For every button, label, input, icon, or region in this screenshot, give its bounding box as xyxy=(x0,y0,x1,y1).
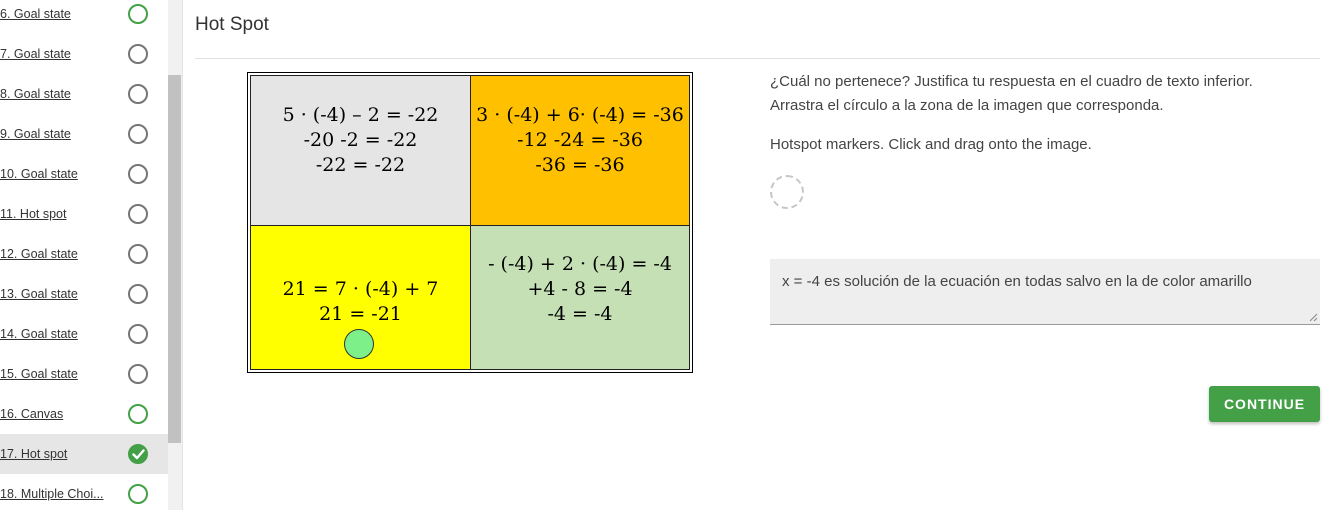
sidebar-item-10-goal-state[interactable]: 10. Goal state xyxy=(0,154,168,194)
sidebar-item-16-canvas[interactable]: 16. Canvas xyxy=(0,394,168,434)
hotspot-markers-label: Hotspot markers. Click and drag onto the… xyxy=(770,136,1092,153)
sidebar-item-label[interactable]: 8. Goal state xyxy=(0,74,71,114)
sidebar-item-label[interactable]: 16. Canvas xyxy=(0,394,63,434)
question-line: ¿Cuál no pertenece? Justifica tu respues… xyxy=(770,73,1253,90)
incomplete-circle-icon xyxy=(128,324,148,344)
sidebar-item-label[interactable]: 6. Goal state xyxy=(0,0,71,34)
sidebar-item-17-hot-spot[interactable]: 17. Hot spot xyxy=(0,434,168,474)
incomplete-circle-icon xyxy=(128,364,148,384)
sidebar-item-label[interactable]: 12. Goal state xyxy=(0,234,78,274)
equation-line: 3 · (-4) + 6· (-4) = -36 xyxy=(476,104,684,126)
check-circle-icon xyxy=(128,444,148,464)
sidebar-item-label[interactable]: 17. Hot spot xyxy=(0,434,67,474)
sidebar-item-label[interactable]: 14. Goal state xyxy=(0,314,78,354)
sidebar-scrollbar[interactable] xyxy=(168,0,183,510)
sidebar-item-label[interactable]: 15. Goal state xyxy=(0,354,78,394)
scrollbar-thumb[interactable] xyxy=(168,75,181,443)
placed-hotspot-marker[interactable] xyxy=(344,329,374,359)
sidebar-item-label[interactable]: 13. Goal state xyxy=(0,274,78,314)
hotspot-zone-orange[interactable]: 3 · (-4) + 6· (-4) = -36 -12 -24 = -36 -… xyxy=(470,75,690,226)
sidebar-item-13-goal-state[interactable]: 13. Goal state xyxy=(0,274,168,314)
incomplete-circle-icon xyxy=(128,84,148,104)
resize-handle-icon[interactable] xyxy=(1309,313,1318,322)
divider xyxy=(195,58,1320,59)
incomplete-circle-icon xyxy=(128,484,148,504)
equation-line: +4 - 8 = -4 xyxy=(527,278,633,300)
equation-line: -36 = -36 xyxy=(535,154,625,176)
incomplete-circle-icon xyxy=(128,164,148,184)
sidebar-item-label[interactable]: 11. Hot spot xyxy=(0,194,66,234)
sidebar-item-8-goal-state[interactable]: 8. Goal state xyxy=(0,74,168,114)
equation-line: -12 -24 = -36 xyxy=(517,129,643,151)
page-title: Hot Spot xyxy=(195,14,269,35)
sidebar-item-9-goal-state[interactable]: 9. Goal state xyxy=(0,114,168,154)
incomplete-circle-icon xyxy=(128,44,148,64)
incomplete-circle-icon xyxy=(128,284,148,304)
equation-line: 21 = -21 xyxy=(319,303,402,325)
sidebar-item-15-goal-state[interactable]: 15. Goal state xyxy=(0,354,168,394)
hotspot-zone-green[interactable]: - (-4) + 2 · (-4) = -4 +4 - 8 = -4 -4 = … xyxy=(470,225,690,370)
incomplete-circle-icon xyxy=(128,204,148,224)
hotspot-zone-gray[interactable]: 5 · (-4) – 2 = -22 -20 -2 = -22 -22 = -2… xyxy=(250,75,471,226)
incomplete-circle-icon xyxy=(128,124,148,144)
sidebar-item-11-hot-spot[interactable]: 11. Hot spot xyxy=(0,194,168,234)
equation-line: 21 = 7 · (-4) + 7 xyxy=(282,278,439,300)
main-content: Hot Spot 5 · (-4) – 2 = -22 -20 -2 = -22… xyxy=(183,0,1331,510)
answer-textarea[interactable]: x = -4 es solución de la ecuación en tod… xyxy=(770,259,1320,325)
sidebar-item-12-goal-state[interactable]: 12. Goal state xyxy=(0,234,168,274)
hotspot-image[interactable]: 5 · (-4) – 2 = -22 -20 -2 = -22 -22 = -2… xyxy=(247,72,693,373)
equation-line: -4 = -4 xyxy=(547,303,613,325)
instruction-line: Arrastra el círculo a la zona de la imag… xyxy=(770,97,1164,114)
sidebar-item-18-multiple-choice[interactable]: 18. Multiple Choi... xyxy=(0,474,168,514)
answer-text: x = -4 es solución de la ecuación en tod… xyxy=(782,273,1252,290)
hotspot-marker-slot[interactable] xyxy=(770,175,804,209)
incomplete-circle-icon xyxy=(128,4,148,24)
equation-line: 5 · (-4) – 2 = -22 xyxy=(282,104,439,126)
sidebar-item-label[interactable]: 7. Goal state xyxy=(0,34,71,74)
equation-line: - (-4) + 2 · (-4) = -4 xyxy=(488,253,672,275)
sidebar-item-7-goal-state[interactable]: 7. Goal state xyxy=(0,34,168,74)
sidebar-nav: 6. Goal state 7. Goal state 8. Goal stat… xyxy=(0,0,168,510)
incomplete-circle-icon xyxy=(128,404,148,424)
sidebar-item-label[interactable]: 9. Goal state xyxy=(0,114,71,154)
equation-line: -20 -2 = -22 xyxy=(303,129,418,151)
equation-line: -22 = -22 xyxy=(315,154,406,176)
sidebar-item-6-goal-state[interactable]: 6. Goal state xyxy=(0,0,168,34)
question-text: ¿Cuál no pertenece? Justifica tu respues… xyxy=(770,70,1310,118)
continue-button[interactable]: CONTINUE xyxy=(1209,386,1320,422)
sidebar-item-label[interactable]: 18. Multiple Choi... xyxy=(0,474,104,514)
sidebar-item-label[interactable]: 10. Goal state xyxy=(0,154,78,194)
sidebar-item-14-goal-state[interactable]: 14. Goal state xyxy=(0,314,168,354)
incomplete-circle-icon xyxy=(128,244,148,264)
